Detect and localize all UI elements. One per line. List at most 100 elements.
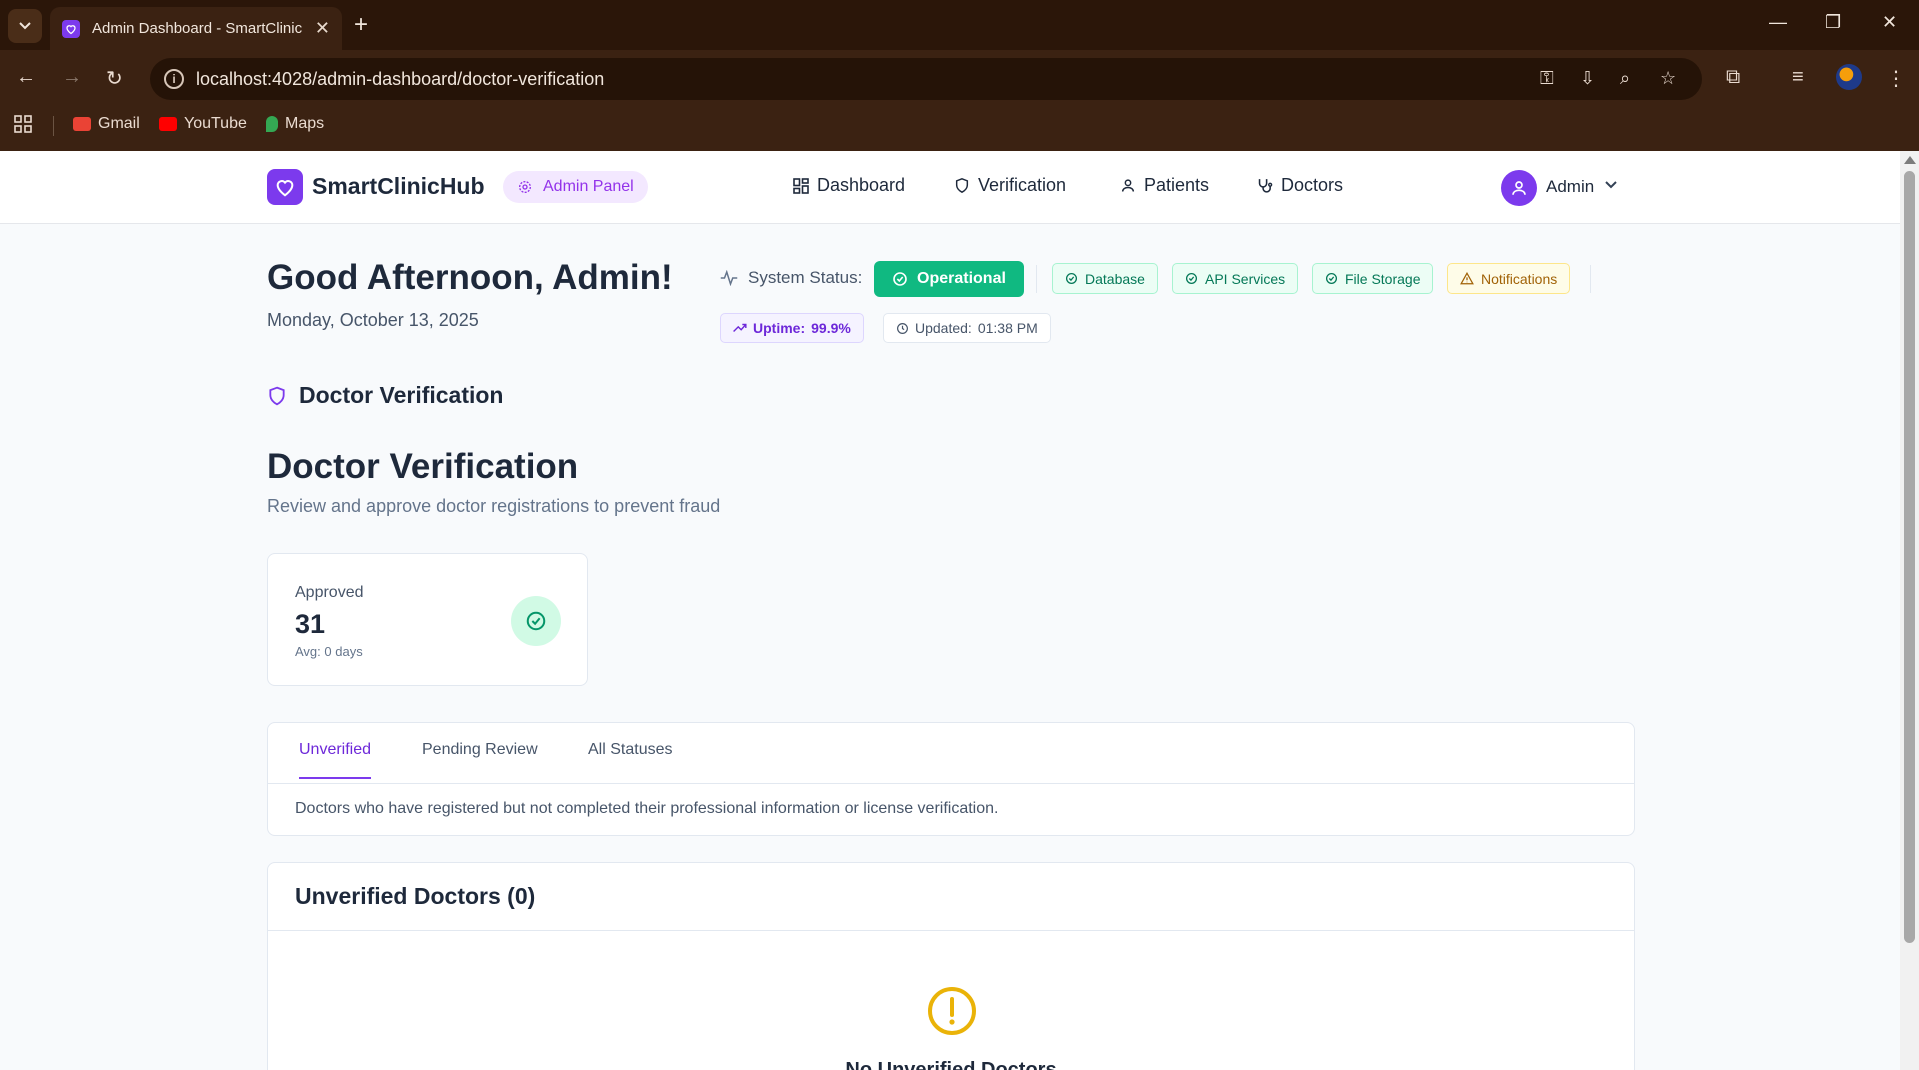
bookmarks-bar: Gmail YouTube Maps [0,108,1919,142]
status-tabs-card: Unverified Pending Review All Statuses D… [267,722,1635,836]
list-header: Unverified Doctors (0) [268,863,1634,931]
heart-logo-icon[interactable] [267,169,303,205]
minimize-icon[interactable]: — [1769,12,1787,33]
browser-menu-icon[interactable]: ⋮ [1886,66,1906,91]
stat-value: 31 [295,609,326,639]
app-header: SmartClinicHub Admin Panel Dashboard Ver… [0,151,1900,224]
shield-icon [955,178,969,193]
stat-label: Approved [295,584,364,601]
nav-doctors[interactable]: Doctors [1256,175,1343,196]
service-label: Notifications [1481,270,1558,287]
uptime-badge: Uptime: 99.9% [720,313,864,343]
tab-unverified[interactable]: Unverified [299,741,372,779]
uptime-value: 99.9% [811,320,851,336]
brand-name[interactable]: SmartClinicHub [312,173,485,200]
admin-panel-label: Admin Panel [543,178,634,195]
user-icon [1121,179,1135,192]
uptime-label: Uptime: [753,320,806,336]
service-notifications-badge: Notifications [1447,263,1571,294]
gear-icon [519,181,531,193]
extensions-icon[interactable]: ⧉ [1726,66,1740,89]
heart-favicon-icon [62,19,80,38]
check-circle-icon [1185,272,1198,285]
scrollbar-thumb[interactable] [1904,171,1915,943]
apps-grid-icon[interactable] [14,115,32,133]
media-controls-icon[interactable]: ≡ [1792,66,1804,89]
updated-label: Updated: [915,320,972,336]
reload-icon[interactable]: ↻ [106,66,123,91]
browser-tab-active[interactable]: Admin Dashboard - SmartClinicHub ✕ [50,7,342,50]
grid-icon [793,177,809,194]
profile-avatar[interactable] [1836,64,1862,90]
status-tabbar: Unverified Pending Review All Statuses [268,723,1634,784]
password-key-icon[interactable]: ⚿ [1540,68,1554,89]
section-title-text: Doctor Verification [299,382,504,408]
gmail-icon [73,117,91,131]
scroll-up-icon[interactable] [1904,156,1916,164]
page-scrollbar[interactable] [1900,151,1919,1070]
service-storage-badge: File Storage [1312,263,1434,294]
nav-verification[interactable]: Verification [954,175,1066,196]
bookmark-star-icon[interactable]: ☆ [1660,68,1676,89]
tab-search-button[interactable] [8,9,42,43]
stat-avg: Avg: 0 days [295,644,363,659]
bookmark-label: Gmail [98,115,140,132]
tab-close-icon[interactable]: ✕ [315,18,330,39]
user-icon [1512,181,1526,195]
tab-description: Doctors who have registered but not comp… [295,800,999,817]
address-bar[interactable]: i localhost:4028/admin-dashboard/doctor-… [150,58,1702,100]
install-app-icon[interactable]: ⇩ [1580,68,1595,89]
nav-label: Doctors [1281,175,1344,195]
site-info-icon[interactable]: i [164,69,184,89]
updated-badge: Updated: 01:38 PM [883,313,1051,343]
divider [1036,265,1037,293]
activity-icon [720,270,738,286]
tab-strip: Admin Dashboard - SmartClinicHub ✕ + — ❐… [0,0,1919,50]
shield-icon [269,386,285,405]
nav-label: Dashboard [817,175,906,195]
tab-all-statuses[interactable]: All Statuses [588,741,672,777]
check-circle-icon [893,272,907,286]
navigation-bar: ← → ↻ i localhost:4028/admin-dashboard/d… [0,56,1919,102]
page-subtitle: Review and approve doctor registrations … [267,496,721,516]
bookmark-label: YouTube [184,115,247,132]
user-avatar[interactable] [1501,170,1537,206]
updated-value: 01:38 PM [977,320,1038,336]
service-database-badge: Database [1052,263,1158,294]
tab-pending-review[interactable]: Pending Review [422,741,538,777]
user-menu-label[interactable]: Admin [1546,177,1594,197]
zoom-icon[interactable]: ⌕ [1620,68,1630,89]
check-circle-icon [511,596,561,646]
unverified-doctors-card: Unverified Doctors (0) No Unverified Doc… [267,862,1635,1070]
divider [1590,265,1591,293]
check-circle-icon [1065,272,1078,285]
trending-up-icon [733,323,747,332]
approved-stat-card: Approved 31 Avg: 0 days [267,553,588,686]
section-heading: Doctor Verification [267,382,503,409]
greeting-title: Good Afternoon, Admin! [267,258,673,297]
forward-icon[interactable]: → [62,66,82,89]
nav-dashboard[interactable]: Dashboard [793,175,905,196]
restore-icon[interactable]: ❐ [1825,12,1841,33]
bookmark-youtube[interactable]: YouTube [159,115,247,133]
bookmark-gmail[interactable]: Gmail [73,115,140,133]
check-circle-icon [1325,272,1338,285]
window-close-icon[interactable]: ✕ [1882,12,1897,33]
chevron-down-icon[interactable] [1604,177,1618,193]
system-status-text: System Status: [748,268,863,287]
bookmark-maps[interactable]: Maps [266,115,324,133]
nav-label: Patients [1144,175,1210,195]
youtube-icon [159,117,177,131]
address-url[interactable]: localhost:4028/admin-dashboard/doctor-ve… [196,69,604,90]
chevron-down-icon [19,22,31,30]
back-icon[interactable]: ← [16,66,36,89]
nav-patients[interactable]: Patients [1120,175,1209,196]
alert-circle-icon [928,987,976,1035]
greeting-date: Monday, October 13, 2025 [267,310,479,330]
new-tab-button[interactable]: + [354,12,368,38]
stethoscope-icon [1258,179,1273,193]
admin-panel-badge: Admin Panel [503,171,648,203]
service-label: API Services [1205,270,1286,287]
operational-badge: Operational [874,261,1024,297]
nav-label: Verification [978,175,1067,195]
